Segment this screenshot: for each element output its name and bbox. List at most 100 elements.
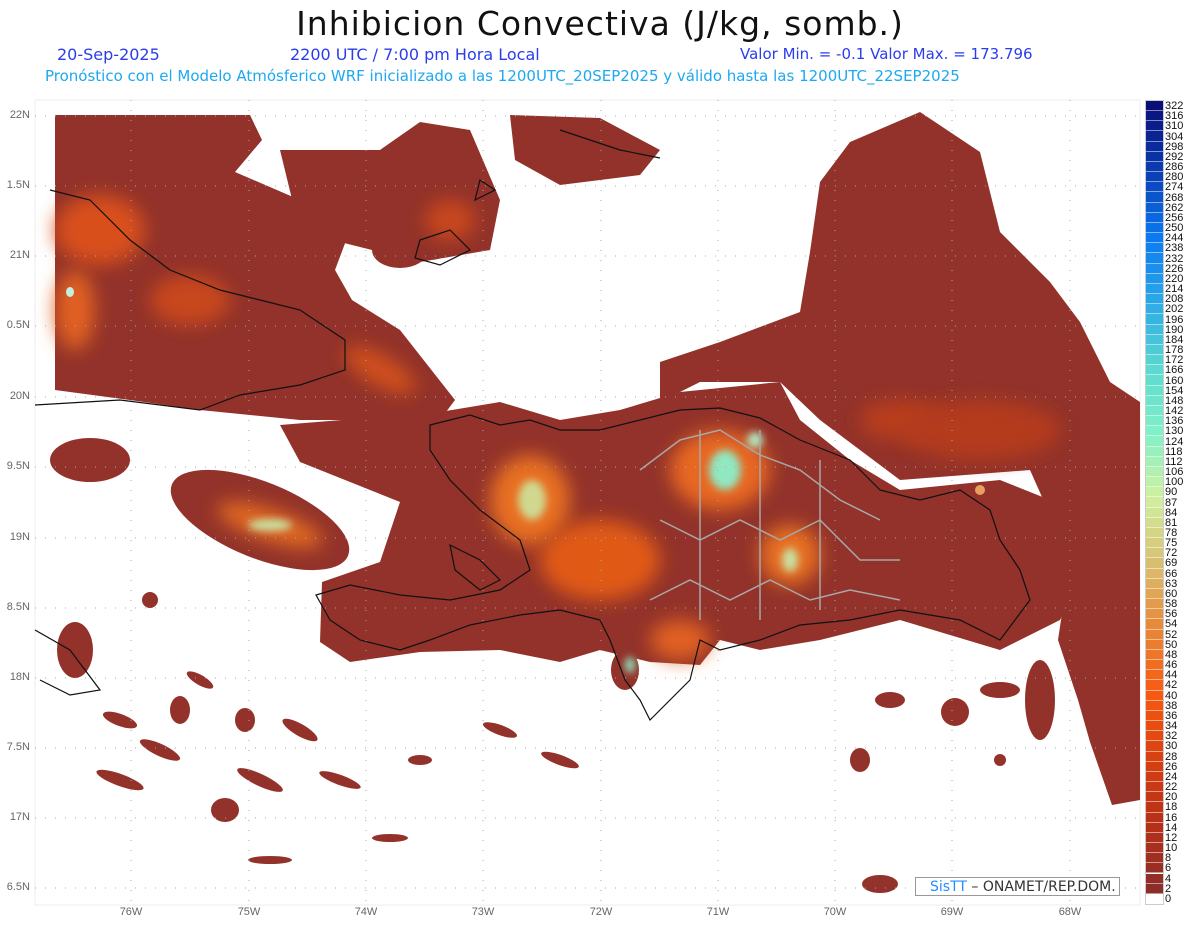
colorbar-swatch	[1146, 253, 1163, 264]
latitude-label: 6.5N	[6, 881, 30, 893]
longitude-label: 73W	[471, 906, 495, 918]
colorbar-label: 87	[1165, 496, 1178, 509]
colorbar-swatch	[1146, 761, 1163, 772]
latitude-label: 9.5N	[6, 460, 30, 472]
colorbar-swatch	[1146, 782, 1163, 793]
colorbar-swatch	[1146, 141, 1163, 152]
colorbar	[1145, 100, 1164, 905]
colorbar-label: 6	[1165, 862, 1172, 875]
latitude-label: 0.5N	[6, 319, 30, 331]
colorbar-swatch	[1146, 538, 1163, 549]
colorbar-swatch	[1146, 629, 1163, 640]
colorbar-swatch	[1146, 182, 1163, 193]
cin-map	[34, 99, 1141, 906]
colorbar-swatch	[1146, 771, 1163, 783]
colorbar-swatch	[1146, 477, 1163, 488]
latitude-label: 17N	[9, 811, 30, 823]
colorbar-swatch	[1146, 690, 1163, 701]
colorbar-swatch	[1146, 578, 1163, 589]
colorbar-swatch	[1146, 517, 1163, 528]
colorbar-swatch	[1146, 355, 1163, 366]
colorbar-swatch	[1146, 710, 1163, 722]
credit-text: – ONAMET/REP.DOM.	[966, 879, 1116, 895]
colorbar-swatch	[1146, 172, 1163, 183]
colorbar-swatch	[1146, 721, 1163, 732]
colorbar-label: 310	[1165, 120, 1184, 133]
colorbar-swatch	[1146, 436, 1163, 447]
colorbar-swatch	[1146, 853, 1163, 864]
colorbar-swatch	[1146, 405, 1163, 417]
colorbar-swatch	[1146, 731, 1163, 742]
colorbar-swatch	[1146, 446, 1163, 457]
colorbar-label: 238	[1165, 242, 1184, 255]
colorbar-swatch	[1146, 324, 1163, 335]
colorbar-swatch	[1146, 568, 1163, 579]
longitude-label: 74W	[354, 906, 378, 918]
credit-box: SisTT – ONAMET/REP.DOM.	[915, 877, 1120, 896]
longitude-label: 69W	[940, 906, 964, 918]
longitude-label: 72W	[589, 906, 613, 918]
colorbar-swatch	[1146, 588, 1163, 600]
colorbar-swatch	[1146, 385, 1163, 396]
colorbar-label: 30	[1165, 740, 1178, 753]
colorbar-swatch	[1146, 609, 1163, 620]
colorbar-swatch	[1146, 487, 1163, 498]
colorbar-swatch	[1146, 304, 1163, 315]
colorbar-swatch	[1146, 222, 1163, 234]
colorbar-swatch	[1146, 233, 1163, 244]
colorbar-label: 42	[1165, 679, 1178, 692]
colorbar-swatch	[1146, 649, 1163, 661]
colorbar-swatch	[1146, 192, 1163, 203]
colorbar-swatch	[1146, 639, 1163, 650]
colorbar-swatch	[1146, 873, 1163, 884]
colorbar-label: 124	[1165, 435, 1184, 448]
latitude-label: 21N	[9, 249, 30, 261]
colorbar-label: 130	[1165, 425, 1184, 438]
colorbar-swatch	[1146, 456, 1163, 467]
colorbar-swatch	[1146, 741, 1163, 752]
latitude-label: 8.5N	[6, 601, 30, 613]
colorbar-swatch	[1146, 792, 1163, 803]
colorbar-swatch	[1146, 751, 1163, 762]
colorbar-label: 54	[1165, 618, 1178, 631]
colorbar-swatch	[1146, 273, 1163, 284]
colorbar-swatch	[1146, 111, 1163, 122]
colorbar-label: 90	[1165, 486, 1178, 499]
colorbar-swatch	[1146, 263, 1163, 274]
colorbar-swatch	[1146, 243, 1163, 254]
colorbar-swatch	[1146, 893, 1163, 904]
colorbar-swatch	[1146, 812, 1163, 823]
colorbar-swatch	[1146, 131, 1163, 142]
latitude-label: 7.5N	[6, 741, 30, 753]
longitude-label: 70W	[823, 906, 847, 918]
colorbar-swatch	[1146, 344, 1163, 356]
colorbar-swatch	[1146, 700, 1163, 711]
colorbar-label: 69	[1165, 557, 1178, 570]
colorbar-swatch	[1146, 151, 1163, 162]
colorbar-swatch	[1146, 121, 1163, 132]
colorbar-swatch	[1146, 212, 1163, 223]
colorbar-swatch	[1146, 883, 1163, 894]
colorbar-swatch	[1146, 202, 1163, 213]
colorbar-swatch	[1146, 863, 1163, 874]
colorbar-label: 0	[1165, 892, 1172, 905]
colorbar-swatch	[1146, 426, 1163, 437]
colorbar-swatch	[1146, 294, 1163, 305]
colorbar-swatch	[1146, 466, 1163, 478]
colorbar-swatch	[1146, 395, 1163, 406]
colorbar-swatch	[1146, 822, 1163, 833]
latitude-label: 18N	[9, 671, 30, 683]
colorbar-swatch	[1146, 599, 1163, 610]
colorbar-swatch	[1146, 527, 1163, 539]
latitude-label: 1.5N	[6, 179, 30, 191]
colorbar-swatch	[1146, 365, 1163, 376]
longitude-label: 68W	[1058, 906, 1082, 918]
colorbar-label: 274	[1165, 181, 1184, 194]
colorbar-swatch	[1146, 558, 1163, 569]
colorbar-swatch	[1146, 334, 1163, 345]
colorbar-label: 202	[1165, 303, 1184, 316]
colorbar-swatch	[1146, 680, 1163, 691]
colorbar-swatch	[1146, 314, 1163, 325]
colorbar-swatch	[1146, 832, 1163, 843]
latitude-label: 19N	[9, 531, 30, 543]
